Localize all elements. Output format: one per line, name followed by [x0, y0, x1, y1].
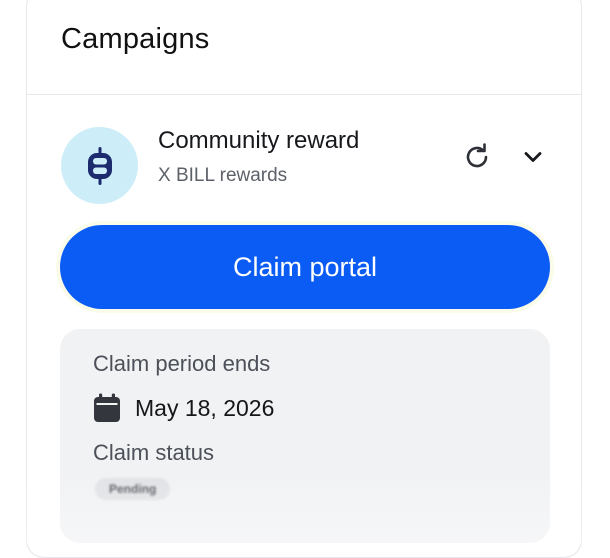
panel-header: Campaigns: [27, 0, 581, 95]
panel-title: Campaigns: [61, 23, 210, 55]
refresh-icon: [466, 143, 488, 168]
claim-period-row: May 18, 2026: [93, 392, 274, 424]
status-badge: Pending: [95, 478, 171, 500]
calendar-icon: [94, 393, 120, 422]
claim-period-label: Claim period ends: [93, 351, 271, 376]
chevron-down-icon: [524, 152, 542, 162]
expand-button[interactable]: [513, 137, 553, 177]
campaign-row[interactable]: Community reward X BILL rewards: [27, 127, 581, 207]
claim-info-card: Claim period ends May 18, 2026 Claim sta…: [60, 329, 550, 543]
claim-period-date: May 18, 2026: [135, 394, 275, 421]
refresh-button[interactable]: [457, 137, 497, 177]
claim-portal-button[interactable]: Claim portal: [60, 225, 550, 309]
campaign-name: Community reward: [158, 127, 360, 154]
claim-status-label: Claim status: [93, 440, 215, 465]
campaigns-panel: Campaigns Community reward X BILL reward…: [26, 0, 582, 558]
campaign-subtitle: X BILL rewards: [158, 165, 288, 186]
bill-token-icon: [61, 127, 138, 204]
